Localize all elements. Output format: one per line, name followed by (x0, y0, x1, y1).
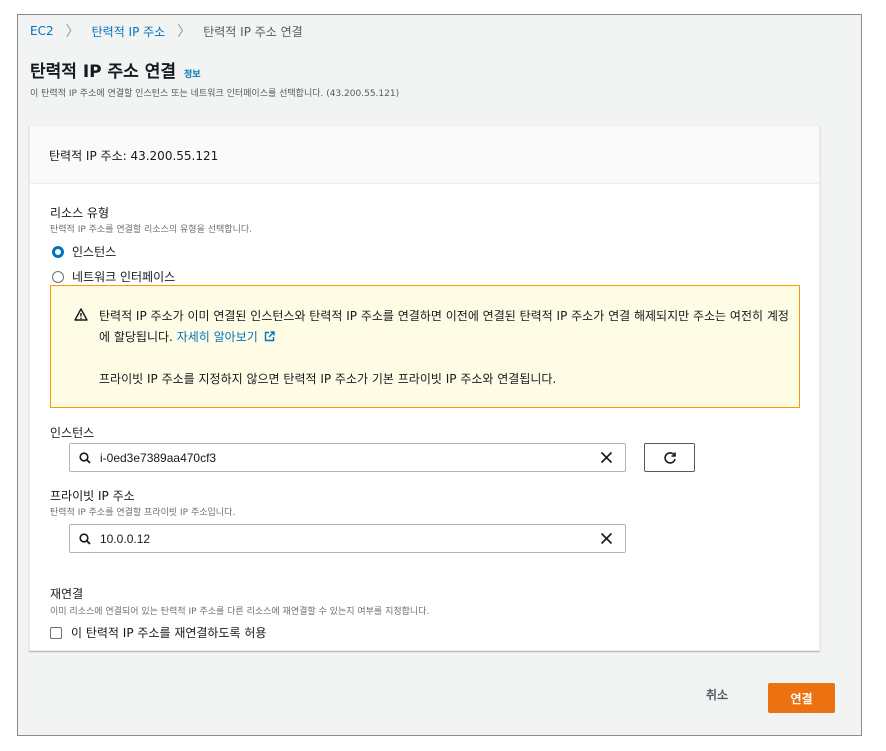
radio-network-interface-label: 네트워크 인터페이스 (72, 270, 176, 284)
page-header: 탄력적 IP 주소 연결 정보 (30, 57, 201, 82)
private-ip-value: 10.0.0.12 (100, 532, 151, 546)
allow-reassociation-option[interactable]: 이 탄력적 IP 주소를 재연결하도록 허용 (50, 624, 266, 641)
search-icon (79, 533, 91, 545)
alert-message-secondary: 프라이빗 IP 주소를 지정하지 않으면 탄력적 IP 주소가 기본 프라이빗 … (99, 372, 557, 386)
close-icon[interactable] (600, 451, 613, 464)
external-link-icon[interactable] (264, 331, 275, 342)
breadcrumb: EC2 〉 탄력적 IP 주소 〉 탄력적 IP 주소 연결 (30, 21, 303, 41)
resource-type-description: 탄력적 IP 주소를 연결할 리소스의 유형을 선택합니다. (50, 225, 252, 235)
instance-search-input[interactable]: i-0ed3e7389aa470cf3 (69, 443, 626, 472)
resource-type-label: 리소스 유형 (50, 206, 110, 220)
learn-more-link[interactable]: 자세히 알아보기 (177, 330, 258, 344)
warning-alert: 탄력적 IP 주소가 이미 연결된 인스턴스와 탄력적 IP 주소를 연결하면 … (50, 285, 800, 408)
panel-header: 탄력적 IP 주소: 43.200.55.121 (30, 126, 819, 184)
panel-header-title: 탄력적 IP 주소: 43.200.55.121 (49, 149, 219, 163)
private-ip-input[interactable]: 10.0.0.12 (69, 524, 626, 553)
refresh-button[interactable] (644, 443, 695, 472)
reassociation-label: 재연결 (50, 587, 84, 601)
close-icon[interactable] (600, 532, 613, 545)
alert-message: 탄력적 IP 주소가 이미 연결된 인스턴스와 탄력적 IP 주소를 연결하면 … (99, 306, 789, 348)
radio-button-checked[interactable] (52, 245, 64, 258)
associate-button[interactable]: 연결 (768, 683, 835, 713)
refresh-icon (664, 452, 676, 464)
instance-value: i-0ed3e7389aa470cf3 (100, 451, 217, 465)
breadcrumb-elastic-ip[interactable]: 탄력적 IP 주소 (92, 23, 166, 40)
private-ip-label: 프라이빗 IP 주소 (50, 489, 135, 503)
radio-instance[interactable]: 인스턴스 (52, 243, 116, 260)
chevron-right-icon: 〉 (65, 24, 80, 40)
radio-button[interactable] (52, 270, 64, 283)
allow-reassociation-checkbox[interactable] (50, 626, 62, 639)
chevron-right-icon: 〉 (177, 24, 192, 40)
warning-icon (74, 308, 88, 321)
page-subtitle: 이 탄력적 IP 주소에 연결할 인스턴스 또는 네트워크 인터페이스를 선택합… (30, 89, 400, 99)
instance-label: 인스턴스 (50, 426, 95, 440)
cancel-button[interactable]: 취소 (706, 686, 728, 703)
private-ip-description: 탄력적 IP 주소를 연결할 프라이빗 IP 주소입니다. (50, 508, 236, 518)
radio-network-interface[interactable]: 네트워크 인터페이스 (52, 268, 175, 285)
breadcrumb-current: 탄력적 IP 주소 연결 (203, 24, 303, 39)
radio-instance-label: 인스턴스 (72, 245, 117, 259)
allow-reassociation-label: 이 탄력적 IP 주소를 재연결하도록 허용 (71, 626, 267, 640)
reassociation-description: 이미 리소스에 연결되어 있는 탄력적 IP 주소를 다른 리소스에 재연결할 … (50, 607, 430, 617)
page-title: 탄력적 IP 주소 연결 (30, 62, 177, 82)
breadcrumb-ec2[interactable]: EC2 (30, 24, 54, 38)
search-icon (79, 452, 91, 464)
info-link[interactable]: 정보 (184, 67, 201, 80)
